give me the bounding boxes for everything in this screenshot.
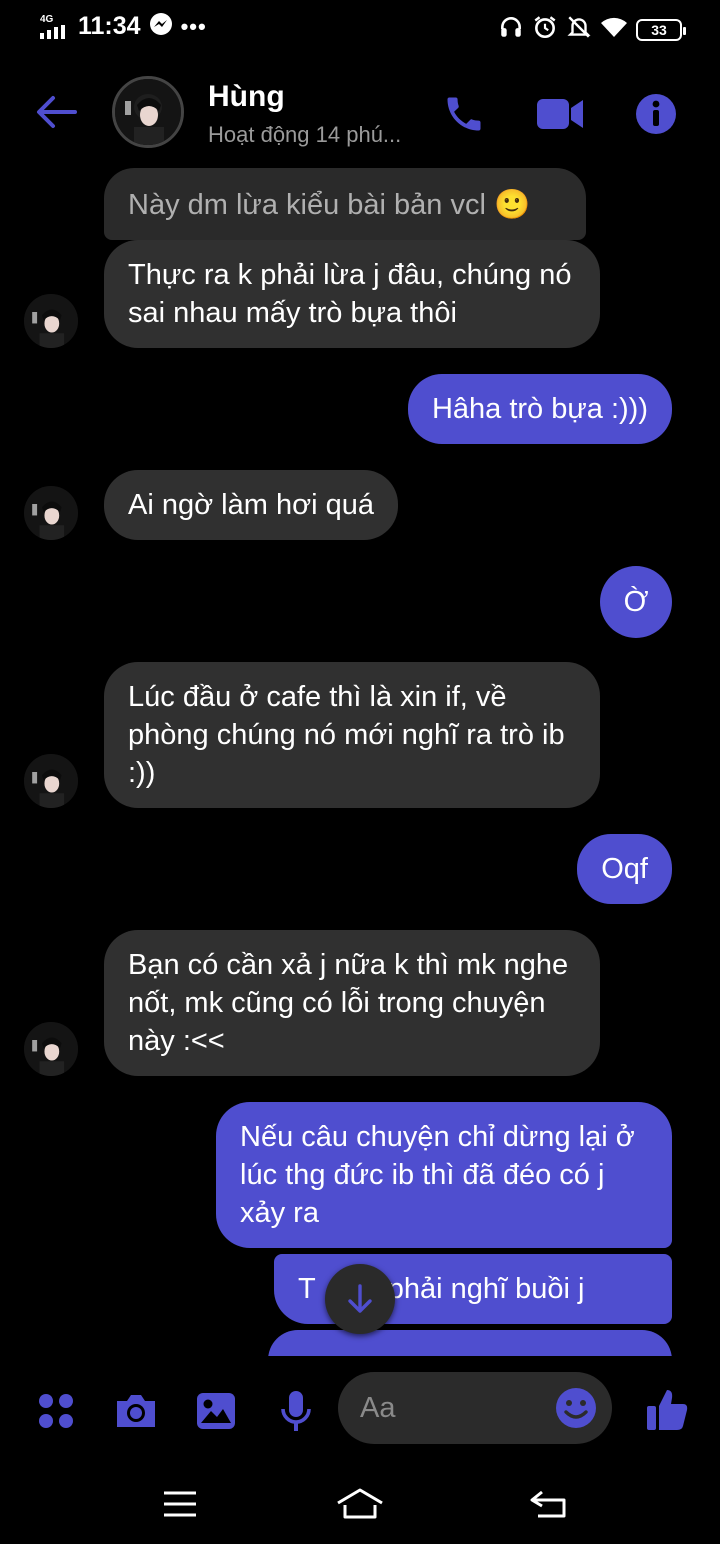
menu-lines-icon (164, 1491, 196, 1517)
emoji-button[interactable] (554, 1386, 598, 1430)
message-bubble-received[interactable]: Thực ra k phải lừa j đâu, chúng nó sai n… (104, 240, 600, 348)
conversation-header: Hùng Hoạt động 14 phú... (0, 66, 720, 162)
signal-icon (40, 24, 65, 39)
four-dots-icon (39, 1394, 73, 1428)
gallery-button[interactable] (191, 1386, 241, 1436)
avatar-portrait-icon (24, 754, 78, 808)
message-list[interactable]: Này dm lừa kiểu bài bản vcl 🙂 Thực ra k … (0, 162, 720, 1356)
message-bubble-received[interactable]: Ai ngờ làm hơi quá (104, 470, 398, 540)
message-bubble-sent[interactable]: Nếu câu chuyện chỉ dừng lại ở lúc thg đứ… (216, 1102, 672, 1248)
sender-avatar[interactable] (24, 486, 78, 540)
return-icon (530, 1490, 566, 1518)
sender-avatar[interactable] (24, 1022, 78, 1076)
active-status: Hoạt động 14 phú... (208, 122, 402, 147)
message-input-wrapper (338, 1372, 612, 1444)
network-type: 4G (40, 13, 54, 25)
camera-button[interactable] (111, 1386, 161, 1436)
message-bubble-sent[interactable]: Ờ (600, 566, 672, 638)
video-camera-icon (537, 99, 583, 129)
battery-level: 33 (651, 21, 667, 38)
more-notifications: ••• (180, 13, 207, 39)
message-bubble-sent[interactable]: Oqf (577, 834, 672, 904)
back-button[interactable] (32, 88, 80, 136)
smiley-icon (556, 1388, 596, 1428)
avatar-portrait-icon (115, 79, 181, 145)
message-bubble-sent-partial[interactable] (268, 1330, 672, 1356)
message-bubble-received[interactable]: Lúc đầu ở cafe thì là xin if, về phòng c… (104, 662, 600, 808)
arrow-down-icon (348, 1284, 372, 1313)
message-bubble-sent[interactable]: Hâha trò bựa :))) (407, 374, 672, 444)
home-icon (337, 1488, 383, 1519)
avatar-portrait-icon (24, 294, 78, 348)
status-bar-right: 33 (498, 14, 686, 45)
message-composer (0, 1356, 720, 1466)
status-bar: 4G 11:34 ••• 33 (0, 0, 720, 56)
message-bubble-received[interactable]: Này dm lừa kiểu bài bản vcl 🙂 (104, 168, 586, 240)
back-arrow-icon (37, 96, 77, 128)
message-input[interactable] (360, 1390, 540, 1426)
info-button[interactable] (630, 88, 682, 140)
avatar-portrait-icon (24, 486, 78, 540)
video-call-button[interactable] (534, 88, 586, 140)
thumbs-up-icon (647, 1390, 688, 1430)
system-back-button[interactable] (518, 1480, 578, 1528)
camera-icon (117, 1395, 155, 1427)
battery-icon: 33 (636, 18, 686, 41)
mute-icon (566, 14, 592, 45)
voice-call-button[interactable] (438, 88, 490, 140)
wifi-icon (600, 15, 628, 44)
recent-apps-button[interactable] (150, 1480, 210, 1528)
network-indicator: 4G (40, 13, 70, 41)
like-button[interactable] (642, 1384, 692, 1434)
contact-name[interactable]: Hùng (208, 80, 285, 114)
home-button[interactable] (330, 1480, 390, 1528)
phone-icon (447, 97, 481, 131)
image-icon (197, 1393, 235, 1429)
more-actions-button[interactable] (31, 1386, 81, 1436)
headphones-icon (498, 14, 524, 45)
sender-avatar[interactable] (24, 754, 78, 808)
status-bar-left: 4G 11:34 ••• (40, 12, 207, 41)
contact-avatar[interactable] (112, 76, 184, 148)
avatar-portrait-icon (24, 1022, 78, 1076)
scroll-to-bottom-button[interactable] (325, 1264, 395, 1334)
clock: 11:34 (78, 12, 141, 40)
microphone-icon (281, 1391, 311, 1431)
alarm-icon (532, 14, 558, 45)
system-navigation-bar (0, 1466, 720, 1544)
sender-avatar[interactable] (24, 294, 78, 348)
info-icon (636, 94, 676, 134)
messenger-notification-icon (149, 12, 173, 41)
message-bubble-received[interactable]: Bạn có cần xả j nữa k thì mk nghe nốt, m… (104, 930, 600, 1076)
voice-message-button[interactable] (271, 1386, 321, 1436)
